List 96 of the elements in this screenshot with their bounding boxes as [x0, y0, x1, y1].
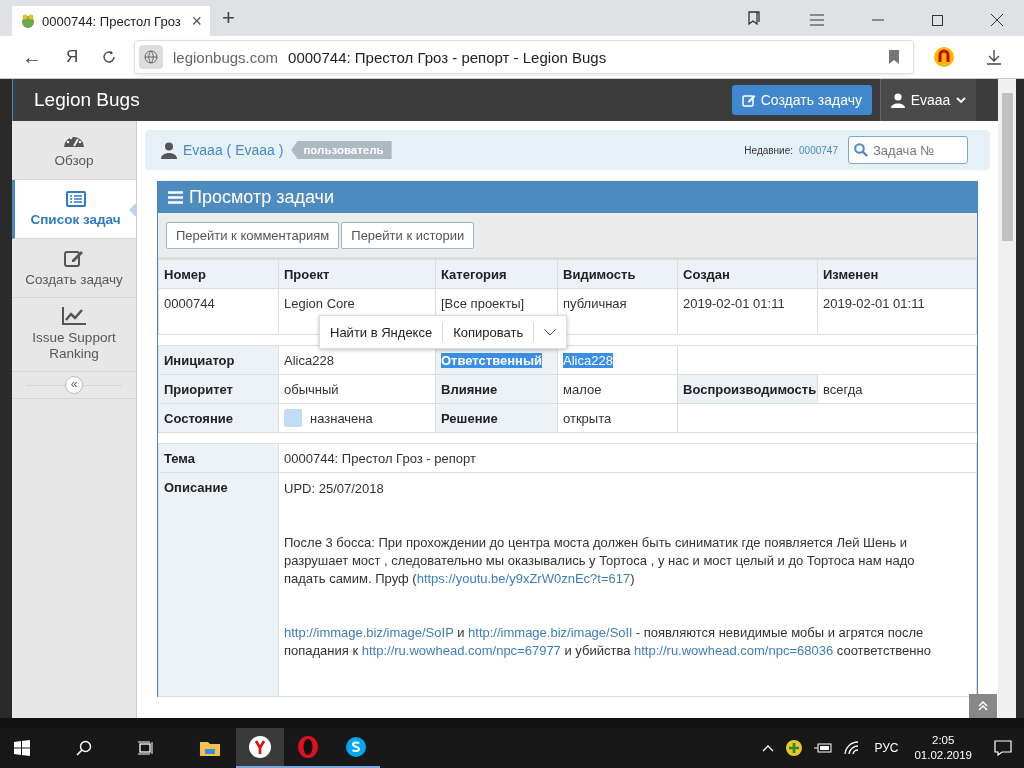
panel-title: Просмотр задачи: [189, 187, 335, 208]
bookmark-icon[interactable]: [889, 50, 899, 64]
field-value: назначена: [310, 410, 373, 426]
sidebar-label: Обзор: [54, 152, 94, 169]
chevron-down-icon: [956, 96, 967, 104]
sidebar-item[interactable]: Создать задачу: [12, 239, 136, 298]
sidebar-label: Список задач: [30, 211, 121, 228]
notification-icon[interactable]: [994, 740, 1012, 756]
link[interactable]: https://youtu.be/y9xZrW0znEc?t=617: [416, 571, 631, 586]
home-button[interactable]: Я: [66, 47, 102, 67]
column-header: Видимость: [557, 259, 678, 289]
field-value: открыта: [557, 403, 678, 433]
scrollbar[interactable]: [998, 79, 1016, 718]
table-cell: 2019-02-01 01:11: [817, 288, 977, 335]
bookmarks-icon[interactable]: [746, 10, 762, 26]
reload-icon[interactable]: [102, 50, 116, 64]
field-label: Решение: [435, 403, 558, 433]
clock-date: 01.02.2019: [914, 748, 972, 763]
skype-icon[interactable]: [345, 736, 367, 758]
field-value: 0000744: Престол Гроз - репорт: [278, 443, 977, 473]
opera-icon[interactable]: [297, 736, 319, 758]
field-value: обычный: [278, 374, 436, 404]
close-tab-button[interactable]: ×: [191, 10, 202, 32]
link[interactable]: http://immage.biz/image/SoIP: [284, 625, 454, 640]
field-label: Описание: [158, 472, 279, 697]
wifi-icon[interactable]: [844, 741, 861, 755]
chevron-up-icon[interactable]: [762, 744, 775, 752]
back-button[interactable]: ←: [22, 45, 66, 69]
user-icon: [890, 92, 905, 108]
url-domain: legionbugs.com: [173, 48, 279, 66]
search-field[interactable]: Задача №: [848, 136, 968, 164]
column-header: Создан: [677, 259, 818, 289]
task-view-icon[interactable]: [138, 741, 154, 755]
close-icon[interactable]: [991, 14, 1003, 26]
recent-label: Недавние:: [744, 144, 794, 156]
sidebar-label: Issue Support Ranking: [31, 330, 117, 362]
column-header: Изменен: [817, 259, 977, 289]
sidebar-label: Создать задачу: [25, 271, 123, 288]
link[interactable]: http://ru.wowhead.com/npc=67977: [361, 643, 561, 658]
field-label: Влияние: [435, 374, 558, 404]
list-icon: [65, 190, 86, 207]
menu-icon[interactable]: [810, 14, 824, 26]
menu-icon: [168, 191, 183, 204]
create-task-button[interactable]: Создать задачу: [731, 85, 872, 115]
user-menu[interactable]: Evaaa: [880, 79, 976, 121]
edit-icon: [741, 93, 756, 107]
chevron-down-icon[interactable]: [544, 328, 557, 336]
field-label: Инициатор: [158, 345, 279, 375]
description-paragraph: После 3 босса: При прохождении до центра моста должен быть синиматик где появляется Лей Шень и разрушает мост , следовательно мы оказывались у Тортоса , у нас и мост целый и до Тортоса нам надо падать самим. Пруф (https://youtu.be/y9xZrW0znEc?t=617): [284, 534, 916, 588]
search-icon: [854, 143, 868, 157]
column-header: Проект: [278, 259, 436, 289]
column-header: Номер: [158, 259, 279, 289]
field-value: Alica228: [557, 345, 678, 375]
pointer-notch: [129, 202, 137, 218]
jump-button[interactable]: Перейти к истории: [341, 221, 475, 249]
menu-item[interactable]: Копировать: [442, 322, 534, 342]
language-indicator[interactable]: РУС: [874, 741, 899, 755]
browser-tab[interactable]: 0000744: Престол Гроз ×: [12, 6, 210, 36]
folder-icon[interactable]: [200, 740, 220, 756]
field-value: малое: [557, 374, 678, 404]
clock-time: 2:05: [932, 733, 955, 748]
brand-title[interactable]: Legion Bugs: [34, 89, 140, 111]
link[interactable]: http://immage.biz/image/SoIl: [468, 625, 633, 640]
table-cell: 0000744: [158, 288, 279, 335]
page-title: 0000744: Престол Гроз - репорт - Legion Bugs: [288, 48, 607, 66]
sidebar-item[interactable]: Список задач: [12, 180, 136, 239]
description-paragraph: UPD: 25/07/2018: [284, 480, 385, 498]
address-field[interactable]: legionbugs.com 0000744: Престол Гроз - репорт - Legion Bugs: [134, 40, 914, 74]
table-cell: 2019-02-01 01:11: [677, 288, 818, 335]
new-tab-button[interactable]: +: [222, 5, 235, 31]
field-label: Воспроизводимость: [677, 374, 818, 404]
download-icon[interactable]: [986, 49, 1002, 65]
edit-icon: [64, 248, 84, 267]
battery-icon[interactable]: [814, 742, 833, 754]
jump-button[interactable]: Перейти к комментариям: [166, 221, 340, 249]
role-tag: пользователь: [291, 141, 392, 159]
chart-icon: [62, 307, 86, 325]
globe-icon: [139, 45, 163, 69]
field-label: Состояние: [158, 403, 279, 433]
tab-title: 0000744: Престол Гроз: [42, 13, 182, 29]
user-icon: [161, 141, 177, 159]
collapse-button[interactable]: «: [65, 376, 83, 394]
plus-badge-icon[interactable]: [786, 740, 803, 756]
windows-start-icon[interactable]: [14, 740, 30, 756]
column-header: Категория: [435, 259, 558, 289]
extension-icon[interactable]: [934, 47, 954, 67]
field-value: всегда: [817, 374, 977, 404]
browser-app-icon[interactable]: [249, 736, 271, 758]
link[interactable]: http://ru.wowhead.com/npc=68036: [634, 643, 834, 658]
scroll-top-button[interactable]: [969, 694, 997, 718]
field-label: Приоритет: [158, 374, 279, 404]
search-icon[interactable]: [76, 740, 92, 756]
description-paragraph: http://immage.biz/image/SoIP и http://immage.biz/image/SoIl - появляются невидимые мобы и агрятся после попадания к http://ru.wowhead.com/npc=67977 и убийства http://ru.wowhead.com/npc=68036 соответственно: [284, 624, 932, 660]
field-label: Тема: [158, 443, 279, 473]
frog-icon: [20, 13, 36, 29]
maximize-icon[interactable]: [932, 15, 943, 26]
